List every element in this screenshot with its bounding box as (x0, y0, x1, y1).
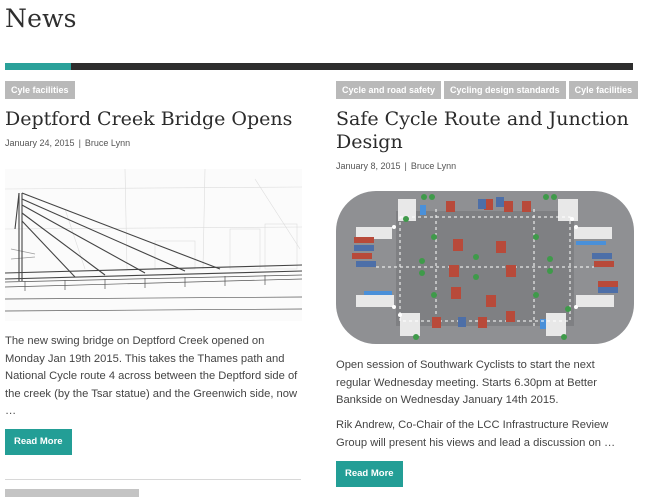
post-excerpt: Open session of Southwark Cyclists to st… (336, 359, 597, 406)
post-date[interactable]: January 8, 2015 (336, 161, 401, 171)
tag-link[interactable]: Cycle and road safety (336, 81, 442, 99)
post-title[interactable]: Deptford Creek Bridge Opens (5, 108, 301, 131)
post-meta: January 8, 2015 | Bruce Lynn (336, 161, 634, 171)
next-post-tag[interactable] (5, 489, 139, 497)
post-tags: Cycle and road safety Cycling design sta… (336, 81, 639, 99)
post-excerpt: Rik Andrew, Co-Chair of the LCC Infrastr… (336, 419, 616, 449)
post-card-left: Cyle facilities Deptford Creek Bridge Op… (5, 81, 302, 455)
post-meta: January 24, 2015 | Bruce Lynn (5, 138, 301, 148)
bridge-sketch-image[interactable] (5, 169, 302, 321)
page-title: News (5, 4, 77, 33)
title-underline-accent (5, 63, 71, 70)
title-underline (5, 63, 633, 70)
post-title[interactable]: Safe Cycle Route and Junction Design (336, 108, 634, 154)
tag-link[interactable]: Cyle facilities (568, 81, 639, 99)
meta-separator: | (78, 138, 81, 148)
meta-separator: | (404, 161, 407, 171)
post-card-right: Cycle and road safety Cycling design sta… (336, 81, 639, 487)
post-excerpt: The new swing bridge on Deptford Creek o… (5, 335, 298, 417)
post-divider (5, 479, 301, 480)
post-author[interactable]: Bruce Lynn (85, 138, 130, 148)
junction-diagram-image[interactable] (336, 191, 634, 344)
post-tags: Cyle facilities (5, 81, 301, 99)
tag-link[interactable]: Cycling design standards (444, 81, 566, 99)
tag-link[interactable]: Cyle facilities (5, 81, 75, 99)
read-more-button[interactable]: Read More (336, 461, 403, 487)
post-date[interactable]: January 24, 2015 (5, 138, 75, 148)
read-more-button[interactable]: Read More (5, 429, 72, 455)
post-author[interactable]: Bruce Lynn (411, 161, 456, 171)
